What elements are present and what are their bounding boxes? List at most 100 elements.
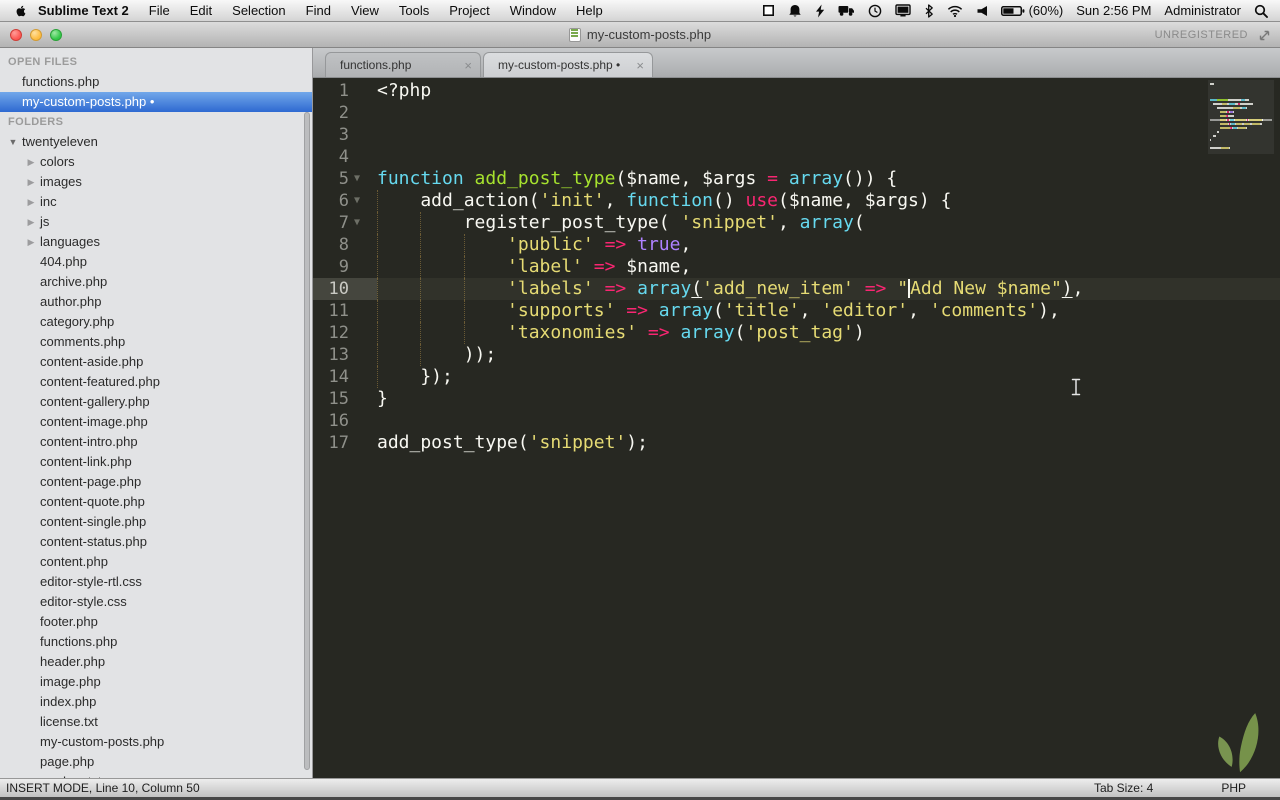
tree-file[interactable]: my-custom-posts.php	[0, 732, 312, 752]
app-menu[interactable]: Sublime Text 2	[32, 0, 139, 21]
menu-item-tools[interactable]: Tools	[389, 0, 439, 21]
tree-file[interactable]: header.php	[0, 652, 312, 672]
code-line[interactable]: 10 'labels' => array('add_new_item' => " A…	[313, 278, 1280, 300]
time-machine-icon[interactable]	[868, 4, 882, 18]
code-line[interactable]: 11 'supports' => array('title', 'editor',…	[313, 300, 1280, 322]
tree-file[interactable]: content-single.php	[0, 512, 312, 532]
tree-file[interactable]: category.php	[0, 312, 312, 332]
menu-item-selection[interactable]: Selection	[222, 0, 295, 21]
menu-item-find[interactable]: Find	[296, 0, 341, 21]
code-line[interactable]: 1 <?php	[313, 80, 1280, 102]
status-syntax[interactable]: PHP	[1221, 781, 1246, 795]
truck-icon[interactable]	[838, 4, 855, 17]
bluetooth-icon[interactable]	[924, 3, 934, 18]
code-line[interactable]: 15}	[313, 388, 1280, 410]
open-file-item[interactable]: functions.php	[0, 72, 312, 92]
display-icon[interactable]	[894, 4, 911, 17]
menu-item-file[interactable]: File	[139, 0, 180, 21]
apple-icon[interactable]	[14, 3, 28, 19]
sidebar-scrollbar[interactable]	[304, 112, 310, 770]
code-editor[interactable]: 1 <?php 2 3 4 5 ▼ function add_post_type($name,…	[313, 78, 1280, 778]
tree-file[interactable]: content-featured.php	[0, 372, 312, 392]
fold-marker-icon	[349, 80, 377, 102]
fold-marker-icon[interactable]: ▼	[349, 168, 377, 190]
tree-folder[interactable]: ▼ twentyeleven	[0, 132, 312, 152]
tree-file[interactable]: 404.php	[0, 252, 312, 272]
tree-file[interactable]: functions.php	[0, 632, 312, 652]
bolt-icon[interactable]	[815, 4, 825, 18]
code-line[interactable]: 2	[313, 102, 1280, 124]
minimap[interactable]	[1208, 80, 1274, 154]
tree-file[interactable]: content-gallery.php	[0, 392, 312, 412]
code-line[interactable]: 4	[313, 146, 1280, 168]
search-icon[interactable]	[1254, 4, 1268, 18]
volume-icon[interactable]	[976, 5, 988, 17]
tree-file[interactable]: content.php	[0, 552, 312, 572]
indent-guide	[420, 234, 463, 256]
code-line[interactable]: 14});	[313, 366, 1280, 388]
tree-file[interactable]: archive.php	[0, 272, 312, 292]
tree-file[interactable]: content-quote.php	[0, 492, 312, 512]
code-line[interactable]: 13));	[313, 344, 1280, 366]
menu-item-help[interactable]: Help	[566, 0, 613, 21]
tree-folder[interactable]: ▶ js	[0, 212, 312, 232]
editor-tab[interactable]: functions.php ×	[325, 52, 481, 77]
tree-file[interactable]: content-image.php	[0, 412, 312, 432]
status-tab-size[interactable]: Tab Size: 4	[1094, 781, 1153, 795]
tree-file[interactable]: author.php	[0, 292, 312, 312]
tree-file[interactable]: content-page.php	[0, 472, 312, 492]
disclosure-collapsed-icon[interactable]: ▶	[26, 232, 36, 252]
disclosure-expanded-icon[interactable]: ▼	[8, 132, 18, 152]
bell-icon[interactable]	[788, 4, 802, 18]
code-line[interactable]: 17 add_post_type('snippet');	[313, 432, 1280, 454]
indent-guide	[463, 322, 507, 344]
tree-file[interactable]: editor-style-rtl.css	[0, 572, 312, 592]
code-line[interactable]: 5 ▼ function add_post_type($name, $args = …	[313, 168, 1280, 190]
tree-file[interactable]: readme.txt	[0, 772, 312, 778]
tree-file[interactable]: content-aside.php	[0, 352, 312, 372]
menu-clock[interactable]: Sun 2:56 PM	[1076, 3, 1151, 18]
code-line[interactable]: 12 'taxonomies' => array('post_tag')	[313, 322, 1280, 344]
editor-tab[interactable]: my-custom-posts.php • ×	[483, 52, 653, 77]
tree-file[interactable]: content-intro.php	[0, 432, 312, 452]
tree-file[interactable]: comments.php	[0, 332, 312, 352]
tree-file[interactable]: editor-style.css	[0, 592, 312, 612]
menu-user[interactable]: Administrator	[1164, 3, 1241, 18]
battery-status[interactable]: (60%)	[1000, 3, 1063, 18]
menu-item-view[interactable]: View	[341, 0, 389, 21]
tree-file[interactable]: index.php	[0, 692, 312, 712]
menu-item-edit[interactable]: Edit	[180, 0, 222, 21]
disclosure-collapsed-icon[interactable]: ▶	[26, 212, 36, 232]
code-line[interactable]: 8 'public' => true,	[313, 234, 1280, 256]
tab-close-icon[interactable]: ×	[636, 59, 644, 72]
code-line[interactable]: 9 'label' => $name,	[313, 256, 1280, 278]
tree-file[interactable]: page.php	[0, 752, 312, 772]
code-line[interactable]: 16	[313, 410, 1280, 432]
tree-folder[interactable]: ▶ images	[0, 172, 312, 192]
tree-file[interactable]: content-link.php	[0, 452, 312, 472]
code-text: register_post_type( 'snippet', array(	[377, 212, 865, 234]
gutter: 11	[313, 300, 377, 322]
fold-marker-icon[interactable]: ▼	[349, 190, 377, 212]
code-line[interactable]: 3	[313, 124, 1280, 146]
code-line[interactable]: 7 ▼ register_post_type( 'snippet', array(	[313, 212, 1280, 234]
tree-folder[interactable]: ▶ languages	[0, 232, 312, 252]
tree-folder[interactable]: ▶ colors	[0, 152, 312, 172]
open-file-item[interactable]: my-custom-posts.php •	[0, 92, 312, 112]
disclosure-collapsed-icon[interactable]: ▶	[26, 172, 36, 192]
fold-marker-icon[interactable]: ▼	[349, 212, 377, 234]
expand-arrows-icon[interactable]	[1258, 29, 1271, 47]
wifi-icon[interactable]	[947, 5, 963, 17]
code-line[interactable]: 6 ▼ add_action('init', function() use($nam…	[313, 190, 1280, 212]
tree-file[interactable]: image.php	[0, 672, 312, 692]
disclosure-collapsed-icon[interactable]: ▶	[26, 192, 36, 212]
tree-file[interactable]: footer.php	[0, 612, 312, 632]
tree-file[interactable]: content-status.php	[0, 532, 312, 552]
tree-file[interactable]: license.txt	[0, 712, 312, 732]
disclosure-collapsed-icon[interactable]: ▶	[26, 152, 36, 172]
menu-item-window[interactable]: Window	[500, 0, 566, 21]
menu-item-project[interactable]: Project	[439, 0, 499, 21]
window-icon[interactable]	[762, 4, 775, 17]
tab-close-icon[interactable]: ×	[464, 59, 472, 72]
tree-folder[interactable]: ▶ inc	[0, 192, 312, 212]
